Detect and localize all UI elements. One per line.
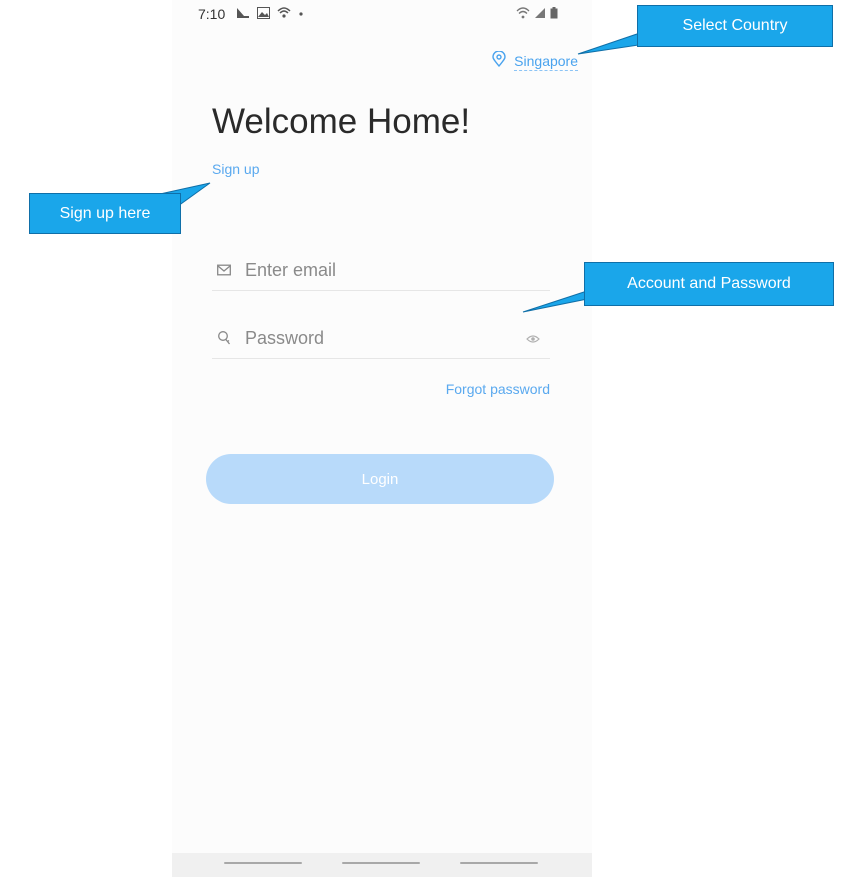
page-title: Welcome Home! (212, 102, 471, 141)
nav-home-bar[interactable] (342, 862, 420, 864)
wifi-icon (516, 6, 530, 24)
broadcast-icon (236, 6, 250, 24)
eye-icon[interactable] (526, 331, 540, 349)
account-password-callout: Account and Password (584, 262, 834, 306)
forgot-password-link[interactable]: Forgot password (446, 381, 550, 397)
nav-back-bar[interactable] (460, 862, 538, 864)
status-bar: 7:10 (172, 0, 592, 32)
screenshot-canvas: 7:10 Singapore Welcome Home! Sign up Ent… (0, 0, 844, 877)
password-field[interactable]: Password (212, 318, 550, 359)
wifi-calling-icon (277, 6, 291, 24)
status-time: 7:10 (198, 6, 226, 22)
location-pin-icon (492, 50, 506, 72)
email-field[interactable]: Enter email (212, 250, 550, 291)
sign-up-here-callout: Sign up here (29, 193, 181, 234)
phone-screen: 7:10 Singapore Welcome Home! Sign up Ent… (172, 0, 592, 877)
mail-icon (215, 261, 233, 279)
nav-recents-bar[interactable] (224, 862, 302, 864)
dot-icon (298, 6, 304, 24)
image-icon (257, 6, 270, 24)
country-selector[interactable]: Singapore (492, 50, 578, 72)
password-input[interactable]: Password (245, 328, 324, 349)
country-label[interactable]: Singapore (514, 53, 578, 71)
select-country-callout: Select Country (637, 5, 833, 47)
login-button[interactable]: Login (206, 454, 554, 504)
battery-icon (550, 6, 558, 24)
status-icons-right (516, 6, 558, 24)
navigation-bar (172, 853, 592, 877)
key-icon (215, 329, 233, 347)
status-icons-left (236, 6, 304, 24)
email-input[interactable]: Enter email (245, 260, 336, 281)
signal-icon (534, 6, 546, 24)
signup-link[interactable]: Sign up (212, 161, 259, 177)
